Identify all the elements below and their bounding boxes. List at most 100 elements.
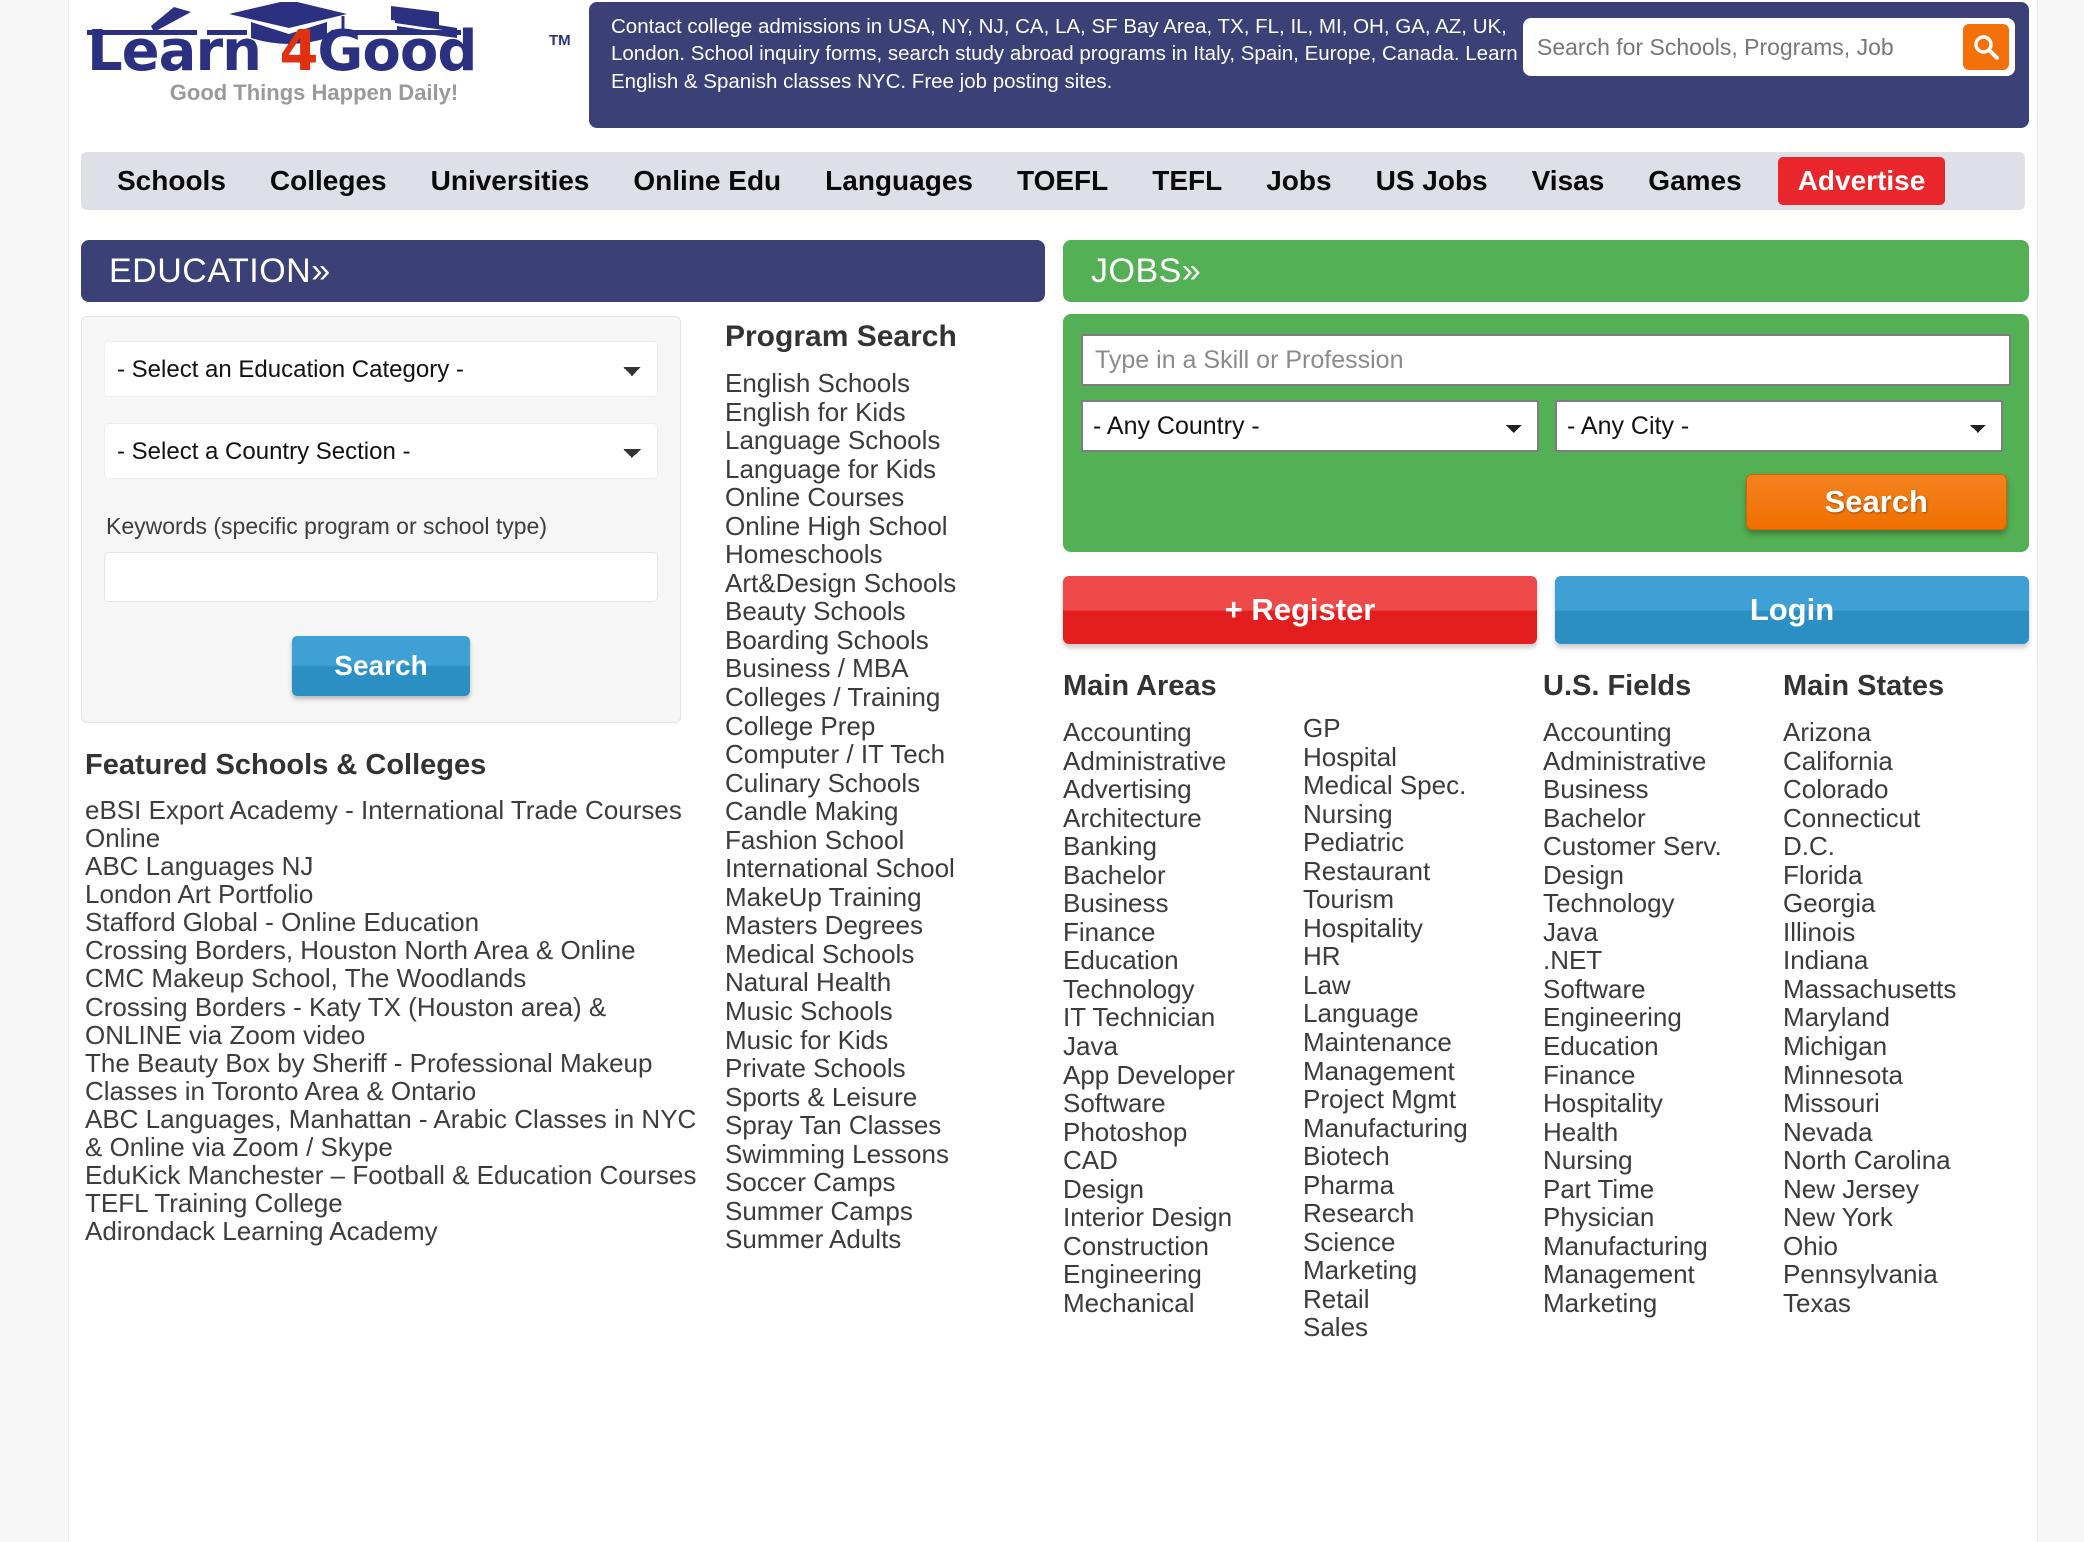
list-item[interactable]: Customer Serv. bbox=[1543, 833, 1783, 861]
list-item[interactable]: Nursing bbox=[1543, 1147, 1783, 1175]
list-item[interactable]: Arizona bbox=[1783, 718, 2029, 747]
list-item[interactable]: Swimming Lessons bbox=[725, 1140, 1045, 1169]
list-item[interactable]: Education bbox=[1063, 947, 1303, 975]
list-item[interactable]: Advertising bbox=[1063, 776, 1303, 804]
list-item[interactable]: Administrative bbox=[1063, 747, 1303, 776]
list-item[interactable]: Management bbox=[1543, 1261, 1783, 1289]
list-item[interactable]: Business bbox=[1063, 890, 1303, 918]
list-item[interactable]: Soccer Camps bbox=[725, 1169, 1045, 1197]
list-item[interactable]: Accounting bbox=[1543, 718, 1783, 747]
list-item[interactable]: Part Time bbox=[1543, 1175, 1783, 1204]
list-item[interactable]: North Carolina bbox=[1783, 1147, 2029, 1175]
list-item[interactable]: Technology bbox=[1063, 975, 1303, 1004]
nav-item-tefl[interactable]: TEFL bbox=[1130, 161, 1244, 201]
list-item[interactable]: Beauty Schools bbox=[725, 598, 1045, 626]
list-item[interactable]: Masters Degrees bbox=[725, 912, 1045, 940]
skill-input[interactable] bbox=[1081, 334, 2011, 386]
list-item[interactable]: Java bbox=[1543, 918, 1783, 947]
register-button[interactable]: + Register bbox=[1063, 576, 1537, 644]
nav-item-languages[interactable]: Languages bbox=[803, 161, 995, 201]
list-item[interactable]: Culinary Schools bbox=[725, 769, 1045, 798]
list-item[interactable]: Online Courses bbox=[725, 484, 1045, 512]
list-item[interactable]: Pediatric bbox=[1303, 829, 1543, 857]
nav-item-universities[interactable]: Universities bbox=[409, 161, 612, 201]
list-item[interactable]: California bbox=[1783, 747, 2029, 776]
list-item[interactable]: International School bbox=[725, 855, 1045, 883]
list-item[interactable]: Business bbox=[1543, 776, 1783, 804]
nav-item-visas[interactable]: Visas bbox=[1510, 161, 1627, 201]
list-item[interactable]: Manufacturing bbox=[1303, 1114, 1543, 1143]
list-item[interactable]: Physician bbox=[1543, 1204, 1783, 1232]
education-panel-header[interactable]: EDUCATION» bbox=[81, 240, 1045, 302]
list-item[interactable]: Restaurant bbox=[1303, 857, 1543, 886]
list-item[interactable]: Biotech bbox=[1303, 1143, 1543, 1171]
list-item[interactable]: The Beauty Box by Sheriff - Professional… bbox=[85, 1049, 701, 1105]
list-item[interactable]: CAD bbox=[1063, 1147, 1303, 1175]
search-submit-button[interactable] bbox=[1963, 24, 2009, 70]
list-item[interactable]: Medical Spec. bbox=[1303, 772, 1543, 800]
list-item[interactable]: Indiana bbox=[1783, 947, 2029, 975]
list-item[interactable]: English Schools bbox=[725, 369, 1045, 398]
list-item[interactable]: Language Schools bbox=[725, 427, 1045, 455]
list-item[interactable]: EduKick Manchester – Football & Educatio… bbox=[85, 1161, 701, 1189]
list-item[interactable]: Engineering bbox=[1543, 1004, 1783, 1032]
list-item[interactable]: Georgia bbox=[1783, 890, 2029, 918]
list-item[interactable]: Software bbox=[1063, 1090, 1303, 1118]
list-item[interactable]: Maryland bbox=[1783, 1004, 2029, 1032]
search-input[interactable] bbox=[1523, 24, 1963, 70]
list-item[interactable]: Illinois bbox=[1783, 918, 2029, 947]
list-item[interactable]: Management bbox=[1303, 1057, 1543, 1086]
list-item[interactable]: App Developer bbox=[1063, 1061, 1303, 1090]
list-item[interactable]: Missouri bbox=[1783, 1090, 2029, 1118]
education-country-select[interactable]: - Select a Country Section - bbox=[104, 423, 658, 479]
list-item[interactable]: D.C. bbox=[1783, 833, 2029, 861]
nav-item-games[interactable]: Games bbox=[1626, 161, 1763, 201]
list-item[interactable]: Software bbox=[1543, 975, 1783, 1004]
list-item[interactable]: Banking bbox=[1063, 833, 1303, 861]
list-item[interactable]: Bachelor bbox=[1063, 861, 1303, 890]
list-item[interactable]: Massachusetts bbox=[1783, 975, 2029, 1004]
nav-item-jobs[interactable]: Jobs bbox=[1244, 161, 1353, 201]
jobs-city-select[interactable]: - Any City - bbox=[1555, 400, 2003, 452]
nav-item-toefl[interactable]: TOEFL bbox=[995, 161, 1130, 201]
list-item[interactable]: Crossing Borders - Katy TX (Houston area… bbox=[85, 992, 701, 1048]
list-item[interactable]: Pennsylvania bbox=[1783, 1261, 2029, 1289]
jobs-country-select[interactable]: - Any Country - bbox=[1081, 400, 1539, 452]
list-item[interactable]: Science bbox=[1303, 1228, 1543, 1257]
keywords-input[interactable] bbox=[104, 552, 658, 602]
list-item[interactable]: Marketing bbox=[1303, 1257, 1543, 1285]
list-item[interactable]: Photoshop bbox=[1063, 1118, 1303, 1147]
list-item[interactable]: New York bbox=[1783, 1204, 2029, 1232]
list-item[interactable]: Ohio bbox=[1783, 1232, 2029, 1261]
list-item[interactable]: Boarding Schools bbox=[725, 626, 1045, 655]
header-search[interactable] bbox=[1523, 18, 2015, 76]
list-item[interactable]: New Jersey bbox=[1783, 1175, 2029, 1204]
list-item[interactable]: ABC Languages, Manhattan - Arabic Classe… bbox=[85, 1105, 701, 1161]
list-item[interactable]: Summer Adults bbox=[725, 1226, 1045, 1254]
login-button[interactable]: Login bbox=[1555, 576, 2029, 644]
list-item[interactable]: Business / MBA bbox=[725, 655, 1045, 683]
list-item[interactable]: Florida bbox=[1783, 861, 2029, 890]
list-item[interactable]: Construction bbox=[1063, 1232, 1303, 1261]
list-item[interactable]: Marketing bbox=[1543, 1289, 1783, 1318]
list-item[interactable]: Music for Kids bbox=[725, 1026, 1045, 1055]
list-item[interactable]: Sales bbox=[1303, 1314, 1543, 1342]
nav-item-colleges[interactable]: Colleges bbox=[248, 161, 409, 201]
list-item[interactable]: Pharma bbox=[1303, 1171, 1543, 1200]
education-category-select[interactable]: - Select an Education Category - bbox=[104, 341, 658, 397]
list-item[interactable]: TEFL Training College bbox=[85, 1189, 701, 1217]
list-item[interactable]: Health bbox=[1543, 1118, 1783, 1147]
jobs-search-button[interactable]: Search bbox=[1745, 474, 2007, 530]
list-item[interactable]: Online High School bbox=[725, 512, 1045, 541]
list-item[interactable]: Minnesota bbox=[1783, 1061, 2029, 1090]
list-item[interactable]: Hospital bbox=[1303, 743, 1543, 772]
list-item[interactable]: GP bbox=[1303, 714, 1543, 743]
list-item[interactable]: Project Mgmt bbox=[1303, 1086, 1543, 1114]
list-item[interactable]: London Art Portfolio bbox=[85, 880, 701, 908]
list-item[interactable]: Mechanical bbox=[1063, 1289, 1303, 1318]
education-search-button[interactable]: Search bbox=[292, 636, 470, 696]
list-item[interactable]: Spray Tan Classes bbox=[725, 1112, 1045, 1140]
list-item[interactable]: Colorado bbox=[1783, 776, 2029, 804]
list-item[interactable]: Private Schools bbox=[725, 1055, 1045, 1083]
list-item[interactable]: Music Schools bbox=[725, 997, 1045, 1026]
